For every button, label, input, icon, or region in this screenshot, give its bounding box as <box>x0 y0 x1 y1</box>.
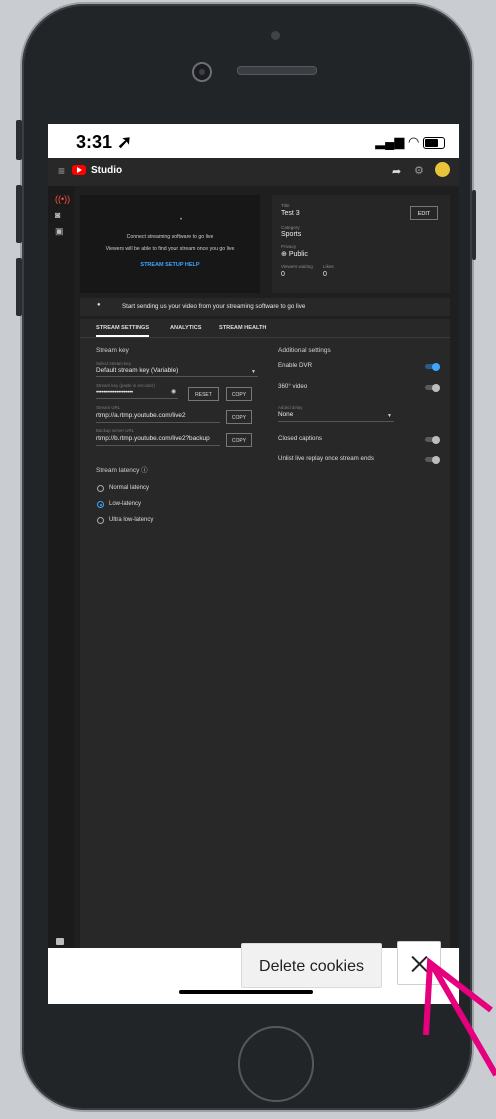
share-icon[interactable]: ➦ <box>392 165 401 178</box>
stream-url-field[interactable]: rtmp://a.rtmp.youtube.com/live2 <box>96 412 186 419</box>
proximity-sensor <box>271 31 280 40</box>
gear-icon[interactable]: ⚙ <box>414 164 424 177</box>
backup-url-field[interactable]: rtmp://b.rtmp.youtube.com/live2?backup <box>96 435 210 442</box>
tab-stream-settings[interactable]: STREAM SETTINGS <box>96 325 150 337</box>
status-icons: ▂▄▆ ◠ <box>375 134 445 150</box>
mute-switch <box>16 120 22 160</box>
globe-icon: ⊕ <box>281 251 289 258</box>
backup-underline <box>96 445 220 446</box>
settings-tabs: STREAM SETTINGS ANALYTICS STREAM HEALTH <box>80 319 450 338</box>
unlist-replay-label: Unlist live replay once stream ends <box>278 455 374 462</box>
additional-settings-heading: Additional settings <box>278 347 331 354</box>
camera-icon[interactable]: ◙ <box>55 210 60 220</box>
stream-url-label: Stream URL <box>96 405 121 410</box>
radio-ultra-low-latency[interactable] <box>97 517 104 524</box>
select-key-dropdown[interactable]: Default stream key (Variable) <box>96 367 178 374</box>
viewers-label: Viewers waiting <box>281 264 313 269</box>
delete-cookies-button[interactable]: Delete cookies <box>241 943 382 988</box>
key-underline <box>96 398 178 399</box>
chevron-down-icon[interactable]: ▼ <box>387 413 392 419</box>
home-indicator <box>179 990 313 994</box>
brand-name: Studio <box>91 165 123 176</box>
radio-low-latency[interactable] <box>97 501 104 508</box>
top-bar: ≡ Studio ➦ ⚙ <box>48 158 459 186</box>
likes-value: 0 <box>323 271 327 278</box>
copy-url-button[interactable]: COPY <box>226 410 252 424</box>
go-live-banner: ● Start sending us your video from your … <box>80 298 450 316</box>
front-camera <box>192 62 212 82</box>
likes-label: Likes <box>323 264 334 269</box>
left-nav: ((•)) ◙ ▣ <box>48 186 74 948</box>
banner-text: Start sending us your video from your st… <box>122 303 306 310</box>
category-label: Category <box>281 225 300 230</box>
copy-backup-button[interactable]: COPY <box>226 433 252 447</box>
radio-normal-latency[interactable] <box>97 485 104 492</box>
home-button[interactable] <box>238 1026 314 1102</box>
privacy-value: ⊕ Public <box>281 251 308 258</box>
select-key-label: Select stream key <box>96 361 131 366</box>
status-dot-icon: ● <box>97 302 101 308</box>
calendar-icon[interactable]: ▣ <box>55 226 64 237</box>
copy-key-button[interactable]: COPY <box>226 387 252 401</box>
reset-button[interactable]: RESET <box>188 387 219 401</box>
preview-submessage: Viewers will be able to find your stream… <box>105 246 235 252</box>
privacy-label: Privacy <box>281 244 297 249</box>
tab-stream-health[interactable]: STREAM HEALTH <box>219 325 266 331</box>
title-value: Test 3 <box>281 210 300 217</box>
dvr-toggle[interactable] <box>425 362 440 371</box>
chevron-down-icon[interactable]: ▼ <box>251 369 256 375</box>
added-delay-label: Added delay <box>278 405 303 410</box>
youtube-logo-icon[interactable] <box>72 165 86 175</box>
preview-message: Connect streaming software to go live <box>126 234 214 240</box>
eye-icon[interactable]: ◉ <box>171 388 176 395</box>
low-latency-label: Low-latency <box>109 501 142 507</box>
live-stream-icon[interactable]: ((•)) <box>55 194 70 204</box>
phone-screen: 3:31 ➚ ▂▄▆ ◠ ≡ Studio ➦ ⚙ ((•)) ◙ ▣ • Co… <box>48 124 459 1004</box>
viewers-value: 0 <box>281 271 285 278</box>
normal-latency-label: Normal latency <box>109 485 150 491</box>
feedback-icon[interactable] <box>56 938 64 945</box>
stream-details: Title Test 3 Category Sports Privacy ⊕ P… <box>272 195 450 293</box>
wifi-icon: ◠ <box>408 134 420 149</box>
settings-panel: STREAM SETTINGS ANALYTICS STREAM HEALTH … <box>80 319 450 948</box>
latency-heading: Stream latency ⓘ <box>96 467 148 474</box>
stream-key-heading: Stream key <box>96 347 129 354</box>
volume-down-button <box>16 258 22 316</box>
battery-icon <box>423 136 445 149</box>
unlist-toggle[interactable] <box>425 455 440 464</box>
status-time: 3:31 ➚ <box>76 132 133 152</box>
select-underline <box>96 376 258 377</box>
edit-button[interactable]: EDIT <box>410 206 438 220</box>
closed-captions-label: Closed captions <box>278 435 323 442</box>
ultra-low-latency-label: Ultra low-latency <box>109 517 154 523</box>
stream-setup-help-link[interactable]: STREAM SETUP HELP <box>80 262 260 268</box>
avatar[interactable] <box>435 162 450 177</box>
volume-up-button <box>16 185 22 243</box>
delay-underline <box>278 421 394 422</box>
cellular-icon: ▂▄▆ <box>375 134 405 149</box>
title-label: Title <box>281 203 290 208</box>
earpiece-speaker <box>237 66 317 75</box>
help-icon[interactable]: ⓘ <box>141 467 148 474</box>
added-delay-dropdown[interactable]: None <box>278 411 293 418</box>
tab-analytics[interactable]: ANALYTICS <box>170 325 202 331</box>
captions-toggle[interactable] <box>425 435 440 444</box>
stream-key-field[interactable]: •••••••••••••••••••• <box>96 389 133 396</box>
close-icon[interactable] <box>397 941 441 985</box>
status-bar: 3:31 ➚ ▂▄▆ ◠ <box>48 124 459 158</box>
video-360-label: 360° video <box>278 383 308 390</box>
stream-key-label: Stream key (paste in encoder) <box>96 383 155 388</box>
backup-url-label: Backup server URL <box>96 428 135 433</box>
video-360-toggle[interactable] <box>425 383 440 392</box>
youtube-studio-app: ≡ Studio ➦ ⚙ ((•)) ◙ ▣ • Connect streami… <box>48 158 459 948</box>
stream-preview: • Connect streaming software to go live … <box>80 195 260 293</box>
url-underline <box>96 422 220 423</box>
enable-dvr-label: Enable DVR <box>278 362 313 369</box>
category-value: Sports <box>281 231 302 238</box>
menu-icon[interactable]: ≡ <box>58 164 65 178</box>
power-button <box>472 190 476 260</box>
preview-spinner-icon: • <box>180 217 183 223</box>
